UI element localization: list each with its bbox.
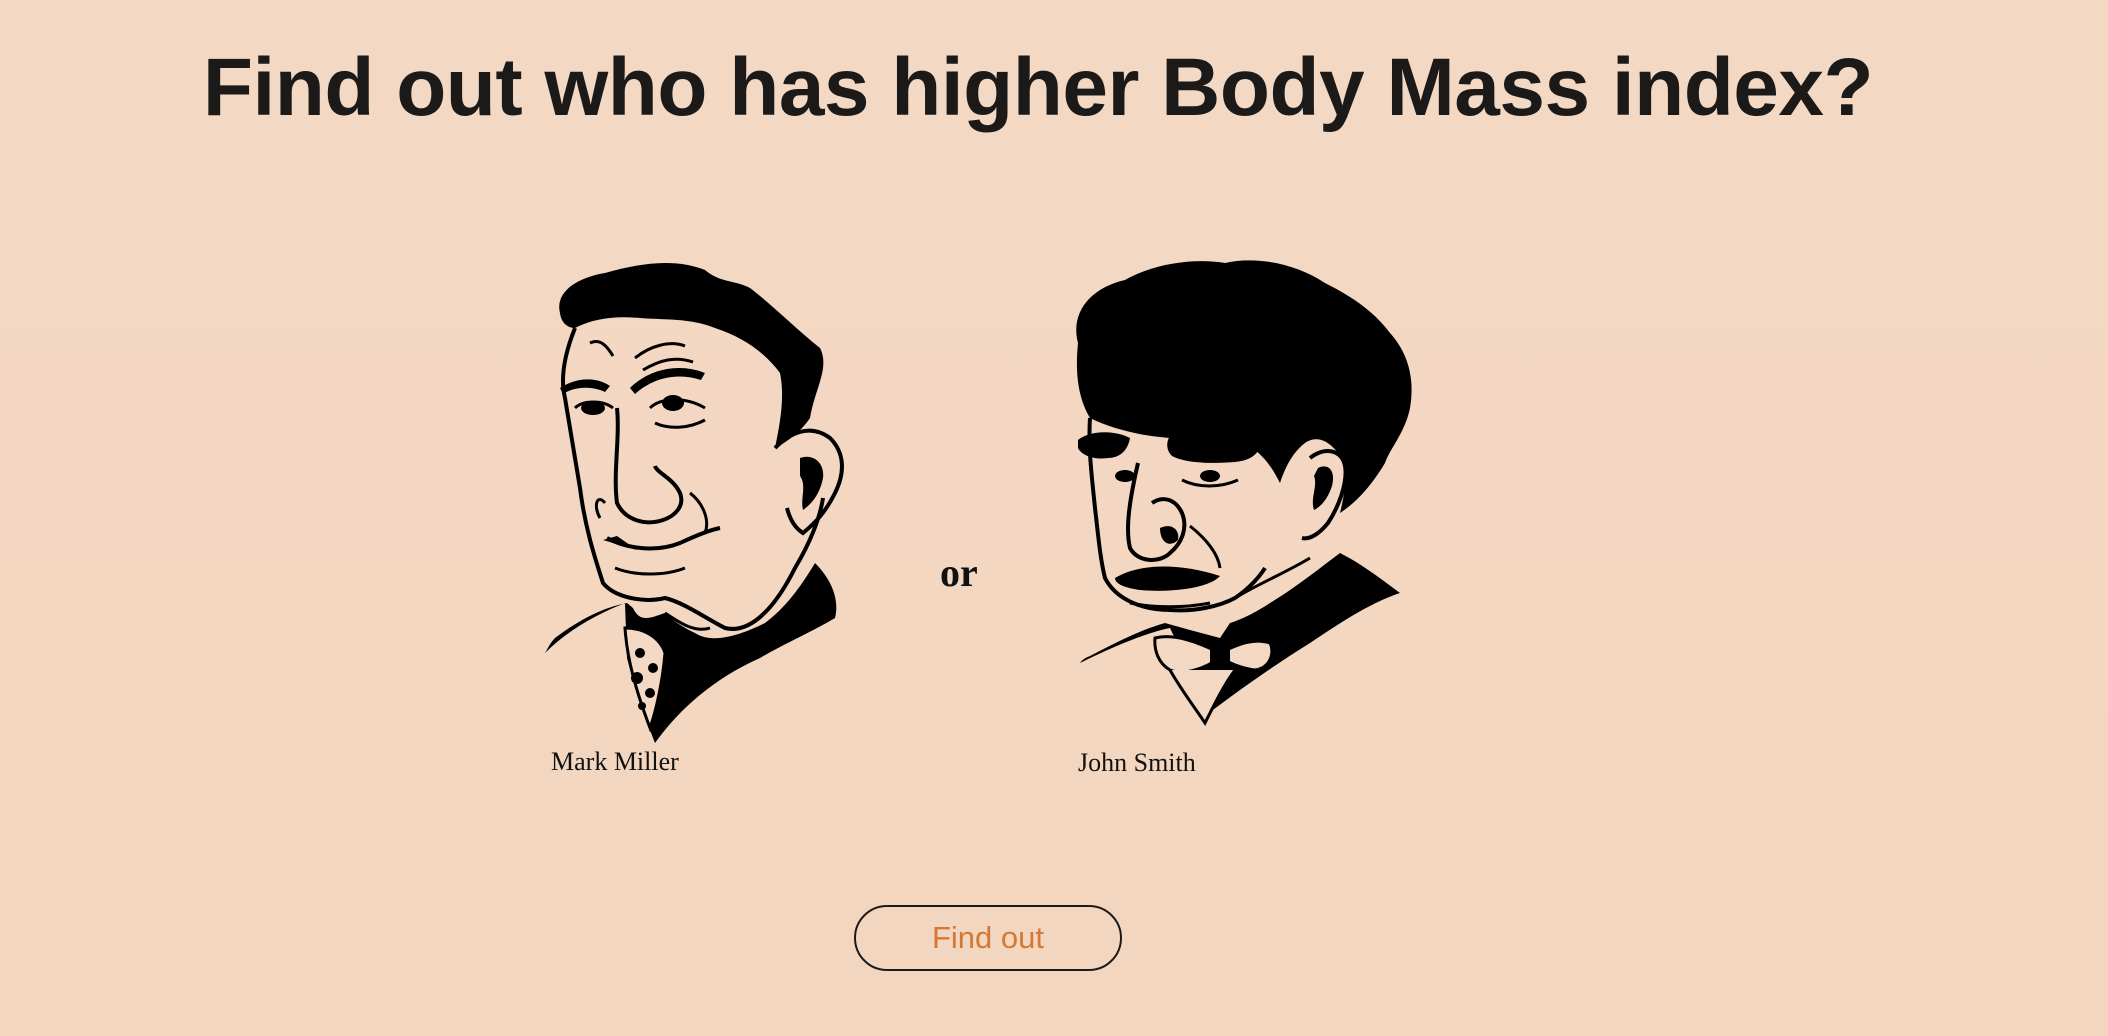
or-separator: or: [940, 550, 978, 595]
person-name-label: John Smith: [1078, 748, 1196, 777]
page-title: Find out who has higher Body Mass index?: [202, 42, 1874, 133]
caricature-portrait-icon: [1076, 260, 1412, 726]
person-card-john-smith[interactable]: John Smith: [1070, 258, 1430, 777]
caricature-portrait-icon: [545, 262, 844, 743]
find-out-button[interactable]: Find out: [854, 905, 1122, 971]
person-card-mark-miller[interactable]: Mark Miller: [545, 258, 855, 776]
person-name-label: Mark Miller: [551, 747, 679, 776]
